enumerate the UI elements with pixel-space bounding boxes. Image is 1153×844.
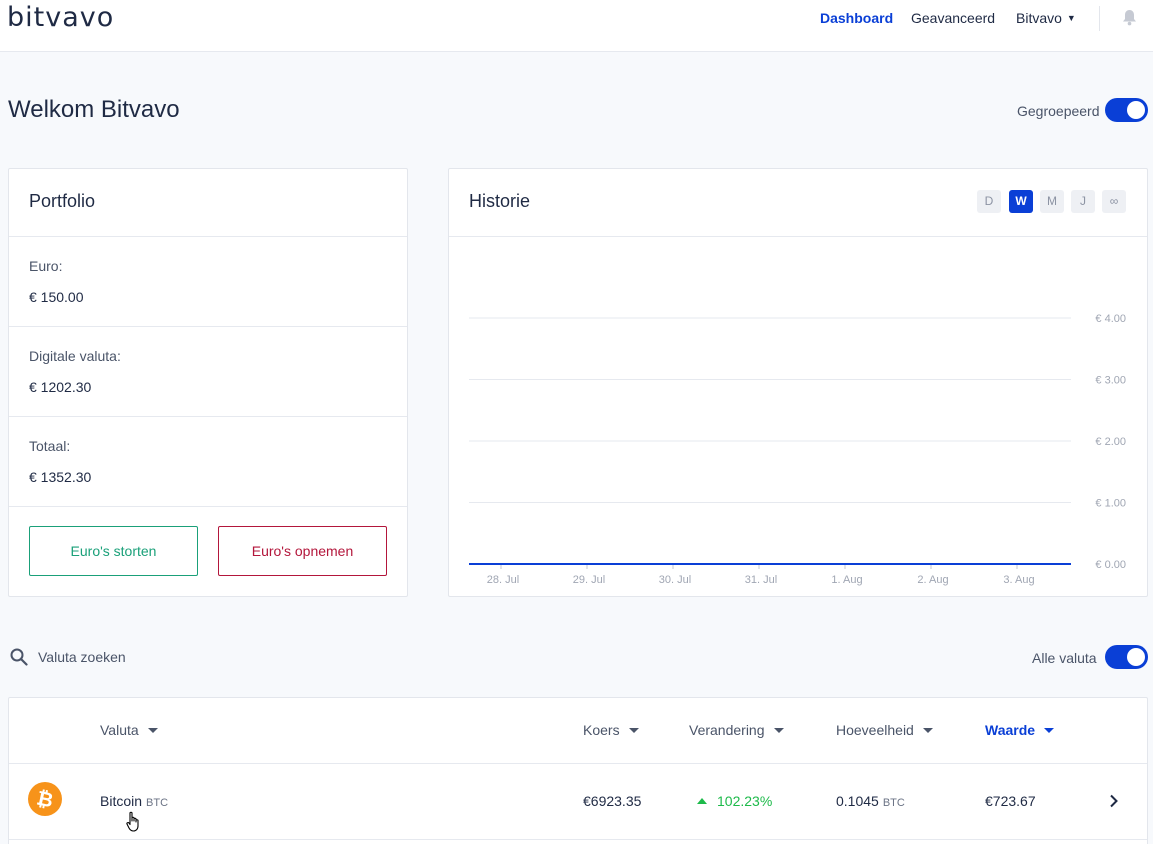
amount-number: 0.1045: [836, 793, 879, 809]
currency-name: Bitcoin BTC: [100, 793, 168, 809]
amount-value: 0.1045 BTC: [836, 793, 905, 809]
history-title: Historie: [469, 191, 531, 211]
y-tick-label: € 3.00: [1095, 375, 1126, 387]
sort-caret-icon: [628, 728, 639, 733]
x-tick-label: 30. Jul: [659, 574, 691, 586]
bitvavo-logo[interactable]: bitvavo: [7, 2, 114, 33]
x-tick-label: 1. Aug: [831, 574, 862, 586]
digital-currency-label: Digitale valuta:: [29, 348, 121, 364]
currency-name-label: Bitcoin: [100, 793, 143, 809]
y-tick-label: € 0.00: [1095, 559, 1126, 571]
divider: [9, 236, 407, 237]
currency-symbol: BTC: [146, 797, 169, 809]
table-row-bitcoin[interactable]: [8, 763, 1148, 839]
total-label: Totaal:: [29, 438, 71, 454]
y-tick-label: € 2.00: [1095, 436, 1126, 448]
sort-caret-icon: [773, 728, 784, 733]
sort-caret-icon: [1044, 728, 1055, 733]
change-value: 102.23%: [697, 793, 772, 809]
search-icon: [10, 648, 28, 666]
all-currencies-toggle-label: Alle valuta: [1032, 650, 1097, 666]
bell-icon[interactable]: [1122, 9, 1137, 26]
x-tick-label: 29. Jul: [573, 574, 605, 586]
account-menu-label: Bitvavo: [1016, 10, 1062, 26]
portfolio-title: Portfolio: [29, 191, 96, 211]
nav-account-menu[interactable]: Bitvavo ▼: [1016, 10, 1076, 26]
y-tick-label: € 4.00: [1095, 313, 1126, 325]
x-tick-label: 2. Aug: [917, 574, 948, 586]
header-label: Hoeveelheid: [836, 722, 914, 738]
deposit-euros-button[interactable]: Euro's storten: [29, 526, 198, 576]
divider: [9, 416, 407, 417]
euro-value: € 150.00: [29, 289, 84, 305]
header-label: Valuta: [100, 722, 139, 738]
digital-currency-value: € 1202.30: [29, 379, 92, 395]
nav-geavanceerd[interactable]: Geavanceerd: [911, 10, 995, 26]
hand-cursor-icon: [126, 811, 139, 832]
history-chart: € 0.00 € 1.00 € 2.00 € 3.00 € 4.00 28. Jul 29.…: [469, 313, 1126, 586]
rate-value: €6923.35: [583, 793, 642, 809]
sort-valuta-header[interactable]: Valuta: [100, 722, 158, 738]
range-button-1[interactable]: W: [1009, 190, 1033, 213]
x-tick-label: 28. Jul: [487, 574, 519, 586]
total-value: € 1352.30: [29, 469, 92, 485]
caret-down-icon: ▼: [1066, 13, 1076, 23]
range-button-2[interactable]: M: [1040, 190, 1064, 213]
y-tick-label: € 1.00: [1095, 498, 1126, 510]
range-button-3[interactable]: J: [1071, 190, 1095, 213]
grouped-toggle[interactable]: [1105, 98, 1148, 122]
divider: [9, 506, 407, 507]
all-currencies-toggle[interactable]: [1105, 645, 1148, 669]
sort-koers-header[interactable]: Koers: [583, 722, 639, 738]
header-label: Waarde: [985, 722, 1036, 738]
range-button-0[interactable]: D: [977, 190, 1001, 213]
top-navigation-bar: bitvavo Dashboard Geavanceerd Bitvavo ▼: [0, 0, 1153, 52]
sort-hoeveelheid-header[interactable]: Hoeveelheid: [836, 722, 933, 738]
sort-waarde-header[interactable]: Waarde: [985, 722, 1055, 738]
divider: [9, 326, 407, 327]
arrow-up-icon: [697, 798, 707, 804]
x-tick-label: 31. Jul: [745, 574, 777, 586]
sort-caret-icon: [922, 728, 933, 733]
holding-value: €723.67: [985, 793, 1036, 809]
x-tick-label: 3. Aug: [1003, 574, 1034, 586]
nav-divider: [1099, 6, 1100, 31]
chevron-right-icon[interactable]: [1109, 794, 1119, 808]
grouped-toggle-label: Gegroepeerd: [1017, 103, 1100, 119]
range-button-4[interactable]: ∞: [1102, 190, 1126, 213]
euro-label: Euro:: [29, 258, 63, 274]
withdraw-euros-button[interactable]: Euro's opnemen: [218, 526, 387, 576]
nav-dashboard[interactable]: Dashboard: [820, 10, 893, 26]
header-label: Koers: [583, 722, 620, 738]
page-title: Welkom Bitvavo: [8, 96, 180, 123]
divider: [9, 839, 1147, 840]
portfolio-card: Portfolio Euro: € 150.00 Digitale valuta…: [8, 168, 408, 597]
header-label: Verandering: [689, 722, 765, 738]
sort-caret-icon: [147, 728, 158, 733]
bitcoin-icon: ₿: [28, 782, 62, 816]
amount-symbol: BTC: [882, 797, 905, 809]
change-percentage: 102.23%: [717, 793, 773, 809]
history-card: Historie D W M J ∞ € 0.00 € 1.00 € 2.00 € 3.00 €…: [448, 168, 1148, 597]
currency-search-input[interactable]: Valuta zoeken: [38, 649, 126, 665]
sort-verandering-header[interactable]: Verandering: [689, 722, 784, 738]
